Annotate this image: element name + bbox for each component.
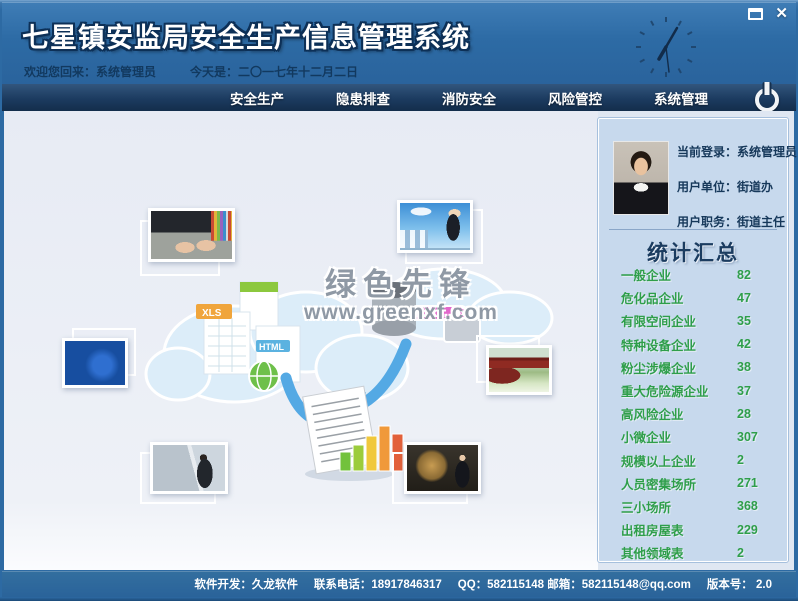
stat-row-crowded-places[interactable]: 人员密集场所 271 bbox=[599, 472, 787, 495]
nav-item-system-management[interactable]: 系统管理 bbox=[654, 88, 708, 108]
stat-value: 35 bbox=[737, 313, 751, 328]
stat-label: 一般企业 bbox=[621, 269, 672, 284]
stat-row-special-equipment[interactable]: 特种设备企业 42 bbox=[599, 333, 787, 356]
stat-row-rental-housing[interactable]: 出租房屋表 229 bbox=[599, 518, 787, 541]
stat-value: 2 bbox=[737, 545, 744, 560]
stat-label: 高风险企业 bbox=[621, 408, 684, 423]
power-button[interactable] bbox=[748, 80, 786, 114]
nav-item-safety-production[interactable]: 安全生产 bbox=[230, 88, 284, 108]
sidebar: 当前登录：系统管理员 用户单位：街道办 用户职务：街道主任 统计汇总 一般企业 8… bbox=[597, 117, 797, 564]
nav-item-fire-safety[interactable]: 消防安全 bbox=[442, 88, 496, 108]
stat-row-small-micro[interactable]: 小微企业 307 bbox=[599, 425, 787, 448]
date-text: 今天是：二〇一七年十二月二日 bbox=[190, 65, 359, 79]
photo-man-with-lightbulb bbox=[404, 442, 481, 494]
content-area: XLS HTML 绿色先锋 www.greenxf.com 当前登录：系统管理员… bbox=[4, 111, 797, 570]
photo-globe-puzzle bbox=[62, 338, 128, 388]
footer-version: 版本号： 2.0 bbox=[706, 579, 772, 591]
welcome-row: 欢迎您回来：系统管理员 今天是：二〇一七年十二月二日 bbox=[24, 63, 358, 80]
photo-businessman-with-laptop bbox=[397, 200, 473, 253]
stat-label: 重大危险源企业 bbox=[621, 385, 709, 400]
stat-value: 47 bbox=[737, 290, 751, 305]
stat-row-above-scale[interactable]: 规模以上企业 2 bbox=[599, 449, 787, 472]
footer-statusbar: 软件开发：久龙软件 联系电话：18917846317 QQ：582115148 … bbox=[2, 571, 796, 597]
stat-value: 229 bbox=[737, 522, 758, 537]
photo-typing-on-keyboard bbox=[148, 208, 235, 262]
svg-text:HTML: HTML bbox=[259, 342, 284, 352]
stat-row-major-hazard-source[interactable]: 重大危险源企业 37 bbox=[599, 379, 787, 402]
footer-qq-mail: QQ：582115148 邮箱：582115148@qq.com bbox=[457, 579, 691, 591]
stat-value: 307 bbox=[737, 429, 758, 444]
photo-red-mailbox bbox=[486, 345, 552, 395]
stat-value: 42 bbox=[737, 337, 751, 352]
titlebar: 七星镇安监局安全生产信息管理系统 欢迎您回来：系统管理员 今天是：二〇一七年十二… bbox=[2, 2, 796, 84]
stat-label: 人员密集场所 bbox=[621, 477, 697, 492]
app-window: 七星镇安监局安全生产信息管理系统 欢迎您回来：系统管理员 今天是：二〇一七年十二… bbox=[0, 0, 798, 601]
nav-item-risk-control[interactable]: 风险管控 bbox=[548, 88, 602, 108]
stat-value: 2 bbox=[737, 453, 744, 468]
user-panel: 当前登录：系统管理员 用户单位：街道办 用户职务：街道主任 bbox=[677, 143, 797, 230]
watermark-line1: 绿色先锋 bbox=[325, 267, 477, 302]
watermark: 绿色先锋 www.greenxf.com bbox=[286, 267, 516, 324]
stat-row-hazardous-chemicals[interactable]: 危化品企业 47 bbox=[599, 286, 787, 309]
stat-value: 82 bbox=[737, 267, 751, 282]
stat-value: 38 bbox=[737, 360, 751, 375]
clock-icon bbox=[636, 17, 696, 77]
welcome-text: 欢迎您回来：系统管理员 bbox=[24, 65, 157, 79]
stat-row-dust-explosion[interactable]: 粉尘涉爆企业 38 bbox=[599, 356, 787, 379]
stat-value: 271 bbox=[737, 476, 758, 491]
user-avatar bbox=[613, 141, 669, 215]
stat-label: 出租房屋表 bbox=[621, 524, 684, 539]
watermark-line2: www.greenxf.com bbox=[304, 300, 498, 324]
stat-label: 三小场所 bbox=[621, 500, 672, 515]
stat-label: 粉尘涉爆企业 bbox=[621, 361, 697, 376]
close-button[interactable]: ✕ bbox=[775, 6, 788, 21]
stat-label: 其他领域表 bbox=[621, 547, 684, 562]
power-icon bbox=[755, 88, 779, 112]
nav-item-hazard-inspection[interactable]: 隐患排查 bbox=[336, 88, 390, 108]
user-position-text: 用户职务：街道主任 bbox=[677, 215, 786, 229]
stat-label: 危化品企业 bbox=[621, 292, 684, 307]
stat-value: 37 bbox=[737, 383, 751, 398]
stat-value: 368 bbox=[737, 499, 758, 514]
stat-row-high-risk[interactable]: 高风险企业 28 bbox=[599, 402, 787, 425]
photo-man-at-window-city bbox=[150, 442, 228, 494]
svg-text:XLS: XLS bbox=[202, 308, 222, 319]
stat-row-other-fields[interactable]: 其他领域表 2 bbox=[599, 541, 787, 564]
close-icon: ✕ bbox=[775, 5, 788, 22]
stat-value: 28 bbox=[737, 406, 751, 421]
stat-row-general-enterprise[interactable]: 一般企业 82 bbox=[599, 263, 787, 286]
current-login-text: 当前登录：系统管理员 bbox=[677, 145, 798, 159]
user-unit-text: 用户单位：街道办 bbox=[677, 180, 774, 194]
navbar: 安全生产 隐患排查 消防安全 风险管控 系统管理 bbox=[2, 84, 796, 112]
stat-label: 小微企业 bbox=[621, 431, 672, 446]
main-area: XLS HTML 绿色先锋 www.greenxf.com bbox=[4, 111, 598, 570]
sidebar-divider bbox=[609, 229, 777, 230]
maximize-button[interactable] bbox=[748, 7, 764, 20]
stat-label: 有限空间企业 bbox=[621, 315, 697, 330]
stat-label: 规模以上企业 bbox=[621, 454, 697, 469]
stat-row-confined-space[interactable]: 有限空间企业 35 bbox=[599, 309, 787, 332]
footer-developer: 软件开发：久龙软件 bbox=[194, 579, 298, 591]
stats-list: 一般企业 82 危化品企业 47 有限空间企业 35 特种设备企业 42 粉尘涉爆企业 3… bbox=[599, 263, 787, 564]
cloud-data-graphic: XLS HTML bbox=[144, 267, 554, 481]
app-title: 七星镇安监局安全生产信息管理系统 bbox=[22, 23, 470, 53]
footer-phone: 联系电话：18917846317 bbox=[313, 579, 442, 591]
stat-row-three-small-places[interactable]: 三小场所 368 bbox=[599, 495, 787, 518]
window-controls: ✕ bbox=[748, 6, 788, 21]
stat-label: 特种设备企业 bbox=[621, 338, 697, 353]
